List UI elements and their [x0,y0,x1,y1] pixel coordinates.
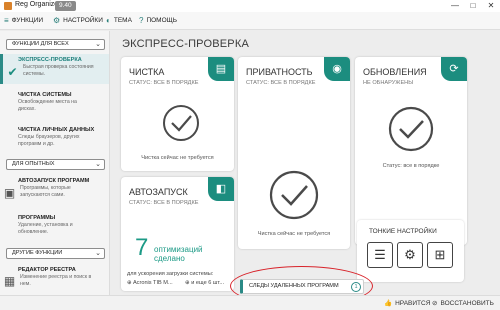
chevron-down-icon: ⌄ [95,41,101,48]
app-logo-icon [4,2,12,10]
section-for-all[interactable]: ФУНКЦИИ ДЛЯ ВСЕХ ⌄ [6,39,105,50]
card-autorun[interactable]: АВТОЗАПУСК СТАТУС: ВСЕ В ПОРЯДКЕ ◧ 7 опт… [121,177,234,291]
card-title: ЧИСТКА [129,67,165,77]
sidebar-item-desc: Программы, которые запускаются сами. [20,185,71,198]
load-label: для ускорения загрузки системы: [127,271,214,277]
card-fine-settings[interactable]: ТОНКИЕ НАСТРОЙКИ ☰ ⚙ ⊞ [357,220,464,282]
sidebar-item-autorun[interactable]: АВТОЗАПУСК ПРОГРАММ ▣ Программы, которые… [0,174,109,208]
settings-title: ТОНКИЕ НАСТРОЙКИ [369,228,437,235]
like-label: НРАВИТСЯ [395,300,431,307]
sidebar-item-desc: Следы браузеров, других программ и др. [18,134,80,147]
card-title: ОБНОВЛЕНИЯ [363,67,427,77]
check-circle-icon [388,106,434,152]
removed-program-traces[interactable]: СЛЕДЫ УДАЛЕННЫХ ПРОГРАММ 1 [240,279,364,294]
card-note: Чистка сейчас не требуется [141,155,214,161]
autorun-app-name: Acronis TIB M... [132,280,173,286]
menu-theme-label: ТЕМА [113,17,132,24]
help-icon: ? [139,16,144,25]
restore-button[interactable]: ⊘ ВОССТАНОВИТЬ [432,298,494,309]
palette-icon: ◐ [106,16,111,25]
app-title: Reg Organizer [15,1,61,8]
title-bar: Reg Organizer 9.40 — □ ✕ [0,0,500,12]
menu-functions-label: ФУНКЦИИ [11,17,44,24]
minimize-button[interactable]: — [448,0,462,12]
sidebar-item-desc: Изменение реестра и поиск в нем. [20,274,92,287]
sidebar-item-title: АВТОЗАПУСК ПРОГРАММ [18,178,90,184]
card-cleaning[interactable]: ЧИСТКА СТАТУС: ВСЕ В ПОРЯДКЕ ▤ Чистка се… [121,57,234,171]
gear-icon: ⚙ [53,16,61,25]
sidebar-item-desc: Освобождение места на дисках. [18,99,77,112]
privacy-icon: ◉ [324,57,350,81]
card-status: СТАТУС: ВСЕ В ПОРЯДКЕ [246,80,316,86]
sidebar-item-desc: Быстрая проверка состояния системы. [23,64,94,77]
sidebar-item-registry-editor[interactable]: РЕДАКТОР РЕЕСТРА ▦ Изменение реестра и п… [0,263,109,293]
menu-settings-label: НАСТРОЙКИ [63,17,103,24]
like-button[interactable]: 👍 НРАВИТСЯ [384,298,430,309]
menu-help-label: ПОМОЩЬ [146,17,178,24]
shield-check-icon: ✔ [7,65,18,79]
update-icon: ⟳ [441,57,467,81]
sidebar-item-desc: Удаление, установка и обновление. [18,222,73,235]
sidebar-item-personal-data[interactable]: ЧИСТКА ЛИЧНЫХ ДАННЫХ Следы браузеров, др… [0,124,109,154]
chevron-down-icon: ⌄ [95,161,101,168]
autorun-more-label: и еще 6 шт... [191,280,225,286]
card-note: Статус: все в порядке [382,163,440,169]
optimizations-count: 7 [135,234,149,261]
sidebar-item-express-check[interactable]: ЭКСПРЕСС-ПРОВЕРКА ✔ Быстрая проверка сос… [0,54,109,84]
card-status: СТАТУС: ВСЕ В ПОРЯДКЕ [129,200,199,206]
sliders-icon[interactable]: ☰ [367,242,393,268]
optimizations-label: оптимизаций сделано [154,245,203,263]
autorun-icon: ▣ [3,186,16,200]
section-for-all-label: ФУНКЦИИ ДЛЯ ВСЕХ [12,41,69,47]
maximize-button[interactable]: □ [466,0,480,12]
traces-label: СЛЕДЫ УДАЛЕННЫХ ПРОГРАММ [249,283,339,289]
sidebar-item-title: ЧИСТКА ЛИЧНЫХ ДАННЫХ [18,127,95,133]
menu-help[interactable]: ? ПОМОЩЬ [139,15,177,27]
main-panel: ЭКСПРЕСС-ПРОВЕРКА ЧИСТКА СТАТУС: ВСЕ В П… [112,31,500,295]
card-updates[interactable]: ОБНОВЛЕНИЯ НЕ ОБНАРУЖЕНЫ ⟳ Статус: все в… [355,57,467,245]
section-other[interactable]: ДРУГИЕ ФУНКЦИИ ⌄ [6,248,105,259]
menu-theme[interactable]: ◐ ТЕМА [106,15,132,27]
page-title: ЭКСПРЕСС-ПРОВЕРКА [122,38,249,50]
check-circle-icon [269,170,319,220]
menu-settings[interactable]: ⚙ НАСТРОЙКИ [53,15,103,27]
sidebar-item-title: ПРОГРАММЫ [18,215,56,221]
section-other-label: ДРУГИЕ ФУНКЦИИ [12,250,63,256]
cleaning-icon: ▤ [208,57,234,81]
card-status: НЕ ОБНАРУЖЕНЫ [363,80,414,86]
autorun-more-link[interactable]: ⊕ и еще 6 шт... [185,280,224,286]
card-title: ПРИВАТНОСТЬ [246,67,313,77]
restore-label: ВОССТАНОВИТЬ [440,300,494,307]
sidebar-item-system-cleaning[interactable]: ЧИСТКА СИСТЕМЫ Освобождение места на дис… [0,89,109,119]
sidebar: ФУНКЦИИ ДЛЯ ВСЕХ ⌄ ЭКСПРЕСС-ПРОВЕРКА ✔ Б… [0,31,110,295]
sidebar-item-title: ЭКСПРЕСС-ПРОВЕРКА [18,57,82,63]
sidebar-item-title: ЧИСТКА СИСТЕМЫ [18,92,72,98]
apps-grid-icon[interactable]: ⊞ [427,242,453,268]
chevron-down-icon: ⌄ [95,250,101,257]
autorun-app-item[interactable]: ⊕ Acronis TIB M... [127,280,173,286]
sidebar-item-programs[interactable]: ПРОГРАММЫ Удаление, установка и обновлен… [0,211,109,245]
traces-count-badge: 1 [351,282,361,292]
monitor-gear-icon[interactable]: ⚙ [397,242,423,268]
section-advanced-label: ДЛЯ ОПЫТНЫХ [12,161,55,167]
registry-icon: ▦ [3,274,16,288]
menu-bar: ≡ ФУНКЦИИ ⚙ НАСТРОЙКИ ◐ ТЕМА ? ПОМОЩЬ [0,12,500,30]
card-privacy[interactable]: ПРИВАТНОСТЬ СТАТУС: ВСЕ В ПОРЯДКЕ ◉ Чист… [238,57,350,249]
autorun-icon: ◧ [208,177,234,201]
menu-functions[interactable]: ≡ ФУНКЦИИ [4,15,43,27]
card-title: АВТОЗАПУСК [129,187,188,197]
sidebar-item-title: РЕДАКТОР РЕЕСТРА [18,267,76,273]
check-circle-icon [163,105,199,141]
section-advanced[interactable]: ДЛЯ ОПЫТНЫХ ⌄ [6,159,105,170]
card-status: СТАТУС: ВСЕ В ПОРЯДКЕ [129,80,199,86]
status-bar: 👍 НРАВИТСЯ ⊘ ВОССТАНОВИТЬ [0,295,500,310]
version-badge: 9.40 [55,1,76,11]
list-icon: ≡ [4,16,9,25]
thumbs-up-icon: 👍 [384,300,393,307]
close-button[interactable]: ✕ [484,0,498,12]
card-note: Чистка сейчас не требуется [257,231,331,237]
restore-icon: ⊘ [432,300,438,307]
